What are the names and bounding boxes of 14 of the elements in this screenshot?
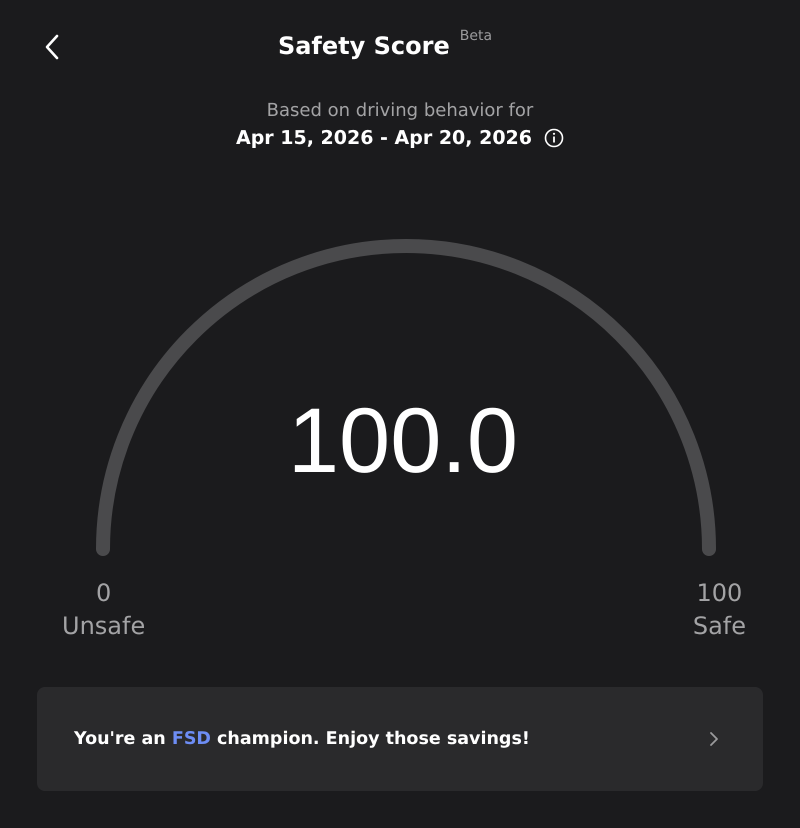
screen-title: Safety Score [278, 32, 450, 60]
champion-banner[interactable]: You're an FSD champion. Enjoy those savings! [37, 686, 763, 791]
beta-label: Beta [460, 28, 492, 44]
min-value: 0 [96, 579, 112, 608]
date-range: Apr 15, 2026 - Apr 20, 2026 [236, 127, 532, 149]
info-icon[interactable] [544, 128, 564, 148]
max-value: 100 [696, 579, 742, 608]
chevron-icon [709, 730, 719, 747]
period-caption: Based on driving behavior for [266, 100, 534, 121]
score-value: 100.0 [286, 395, 520, 487]
fsd-link[interactable]: FSD [172, 728, 211, 749]
min-label: Unsafe [62, 612, 146, 641]
max-label: Safe [692, 612, 746, 641]
banner-message: You're an FSD champion. Enjoy those savings! [74, 728, 530, 749]
